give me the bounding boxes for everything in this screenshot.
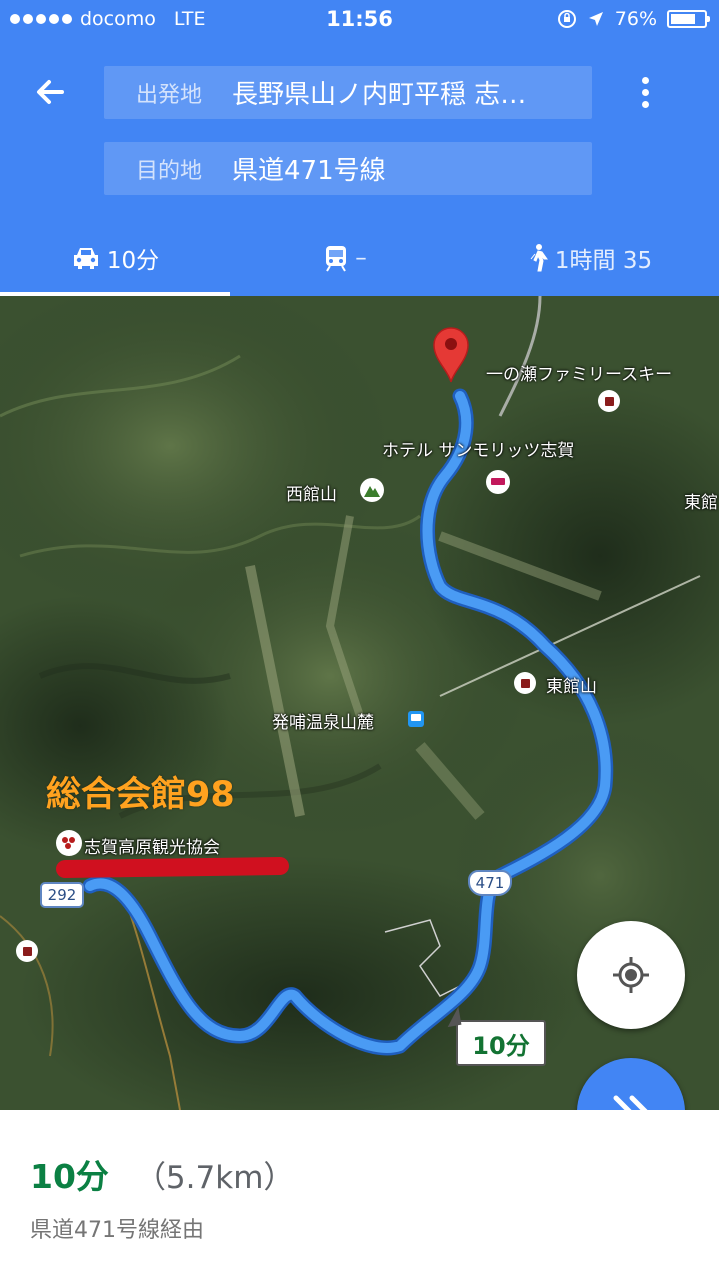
tab-walking-label: 1時間 35 bbox=[554, 248, 653, 274]
tab-driving[interactable]: 10分 bbox=[0, 224, 230, 292]
location-arrow-icon bbox=[588, 12, 603, 26]
hotel-bed-icon[interactable] bbox=[486, 470, 510, 494]
my-location-icon bbox=[613, 957, 649, 993]
handwritten-annotation: 総合会館98 bbox=[46, 775, 235, 815]
my-location-button[interactable] bbox=[577, 921, 685, 1029]
destination-label: 目的地 bbox=[136, 158, 203, 184]
walk-icon bbox=[530, 244, 548, 272]
tab-driving-label: 10分 bbox=[106, 248, 160, 274]
route-shield-292: 292 bbox=[40, 882, 84, 908]
poi-cluster-icon[interactable] bbox=[56, 830, 82, 856]
route-time-callout[interactable]: 10分 bbox=[456, 1020, 546, 1066]
status-bar: docomo LTE 11:56 76% bbox=[0, 0, 719, 42]
map-label-tourism-association[interactable]: 志賀高原観光協会 bbox=[84, 833, 220, 858]
train-icon bbox=[326, 246, 347, 272]
car-icon bbox=[73, 248, 98, 269]
status-right: 76% bbox=[557, 8, 710, 30]
tab-walking[interactable]: 1時間 35 bbox=[460, 224, 719, 292]
map-view[interactable]: 一の瀬ファミリースキー ホテル サンモリッツ志賀 西館山 東館 東館山 発哺温泉… bbox=[0, 296, 719, 1110]
maps-directions-screen: docomo LTE 11:56 76% 出発地 長野県山ノ内町平穏 志… 目的… bbox=[0, 0, 719, 1280]
origin-label: 出発地 bbox=[136, 82, 203, 108]
origin-value: 長野県山ノ内町平穏 志… bbox=[232, 80, 527, 110]
poi-marker-icon[interactable] bbox=[598, 390, 620, 412]
more-vert-icon bbox=[641, 76, 649, 84]
travel-mode-tabs: 10分 – 1時間 35 bbox=[0, 224, 719, 296]
arrow-back-icon bbox=[37, 80, 64, 104]
tab-transit[interactable]: – bbox=[230, 224, 460, 292]
origin-field[interactable]: 出発地 長野県山ノ内町平穏 志… bbox=[104, 66, 592, 119]
map-label-higashidate-edge[interactable]: 東館 bbox=[684, 488, 718, 513]
map-label-nishidateyama[interactable]: 西館山 bbox=[286, 480, 337, 505]
back-button[interactable] bbox=[28, 70, 72, 114]
route-distance: （5.7km） bbox=[134, 1160, 295, 1196]
map-label-hotel[interactable]: ホテル サンモリッツ志賀 bbox=[382, 436, 574, 461]
poi-marker-icon[interactable] bbox=[16, 940, 38, 962]
route-summary-sheet[interactable]: 10分 （5.7km） 県道471号線経由 bbox=[0, 1110, 719, 1280]
poi-marker-icon[interactable] bbox=[514, 672, 536, 694]
overflow-menu-button[interactable] bbox=[630, 72, 660, 112]
bus-stop-icon[interactable] bbox=[408, 711, 424, 727]
tab-transit-label: – bbox=[355, 245, 367, 271]
mountain-peak-icon[interactable] bbox=[360, 478, 384, 502]
map-label-onsen[interactable]: 発哺温泉山麓 bbox=[272, 708, 374, 733]
double-chevron-right-icon bbox=[613, 1095, 648, 1110]
destination-value: 県道471号線 bbox=[232, 156, 386, 186]
battery-icon bbox=[667, 10, 710, 28]
route-shield-471: 471 bbox=[468, 870, 512, 896]
map-label-higashidateyama[interactable]: 東館山 bbox=[546, 672, 597, 697]
destination-pin-icon[interactable] bbox=[432, 326, 470, 384]
directions-header: 出発地 長野県山ノ内町平穏 志… 目的地 県道471号線 10分 – 1時間 3… bbox=[0, 42, 719, 296]
destination-field[interactable]: 目的地 県道471号線 bbox=[104, 142, 592, 195]
map-label-ski-area[interactable]: 一の瀬ファミリースキー bbox=[486, 360, 672, 385]
route-via: 県道471号線経由 bbox=[30, 1218, 204, 1243]
battery-percent: 76% bbox=[614, 8, 657, 30]
route-summary: 10分 （5.7km） bbox=[30, 1150, 294, 1198]
route-duration: 10分 bbox=[30, 1157, 109, 1196]
rotation-lock-icon bbox=[557, 10, 576, 28]
